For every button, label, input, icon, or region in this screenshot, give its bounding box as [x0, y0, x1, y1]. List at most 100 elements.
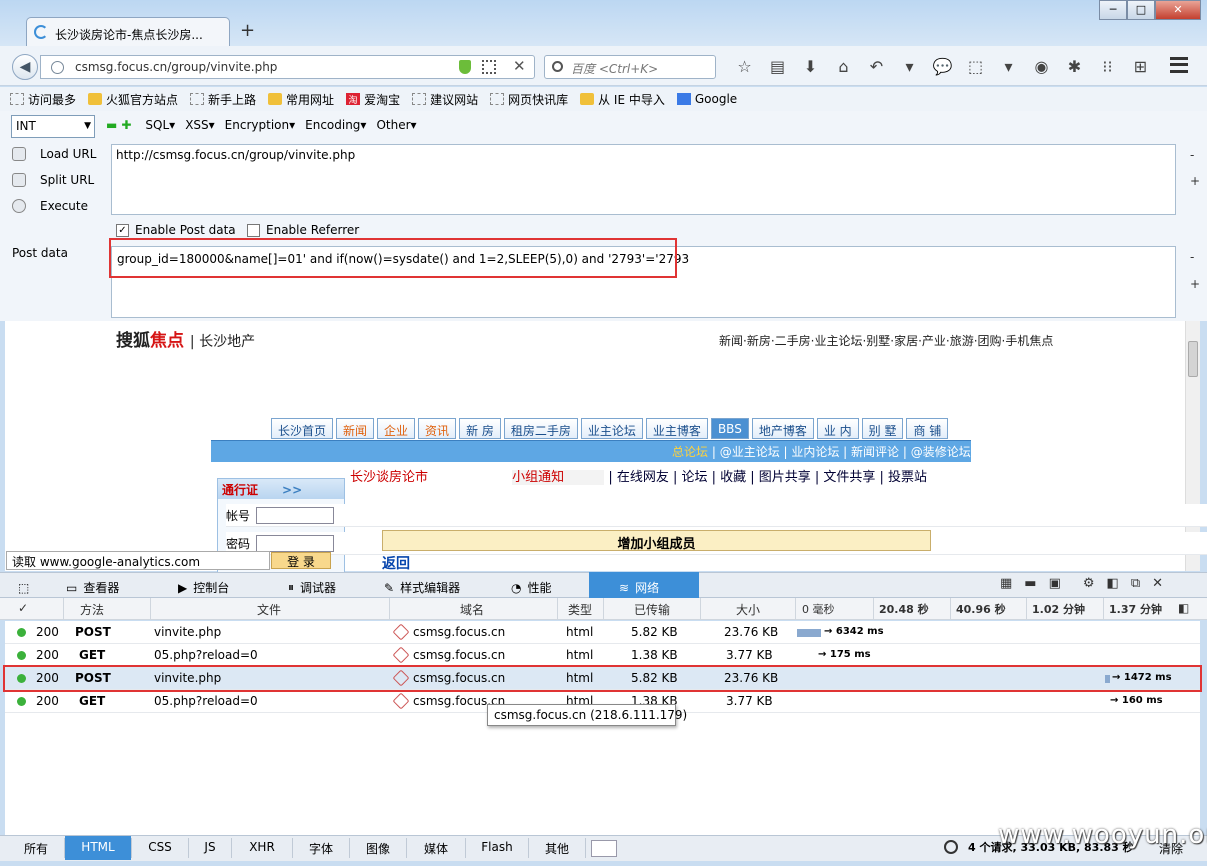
filter-images[interactable]: 图像 [350, 836, 406, 860]
shield-icon[interactable] [459, 60, 471, 74]
nav-item[interactable]: 企业 [377, 418, 416, 439]
tab-active[interactable]: 长沙谈房论市-焦点长沙房... [26, 17, 230, 46]
layout-icon[interactable]: ▦ [1000, 576, 1012, 591]
sub-nav-links[interactable]: 总论坛 | @业主论坛 | 业内论坛 | 新闻评论 | @装修论坛 [672, 443, 971, 460]
bookmark-item[interactable]: 常用网址 [268, 91, 334, 108]
bookmark-item[interactable]: 淘爱淘宝 [346, 91, 400, 108]
reading-list-icon[interactable]: ▤ [761, 56, 794, 78]
filter-html[interactable]: HTML [65, 836, 131, 860]
collapse-icon[interactable]: ◧ [1178, 601, 1189, 615]
site-logo[interactable]: 搜狐焦点 | 长沙地产 [116, 326, 255, 351]
shrink-button[interactable]: - [1190, 148, 1194, 162]
dock-icon[interactable]: ▬ [1024, 576, 1036, 591]
nav-item-active[interactable]: BBS [710, 418, 749, 439]
col-method[interactable]: 方法 [80, 601, 104, 618]
login-button[interactable]: 登 录 [271, 552, 331, 569]
nav-item[interactable]: 业主博客 [645, 418, 708, 439]
stop-icon[interactable]: ✕ [513, 57, 526, 75]
nav-item[interactable]: 别 墅 [861, 418, 904, 439]
execute-button[interactable]: Execute [12, 199, 88, 213]
dropdown-icon[interactable]: ▾ [992, 56, 1025, 78]
tab-console[interactable]: ▶ 控制台 [172, 572, 260, 598]
tab-performance[interactable]: ◔ 性能 [505, 572, 585, 598]
type-select[interactable]: INT ▼ [11, 115, 95, 138]
bookmark-item[interactable]: 新手上路 [190, 91, 256, 108]
return-link[interactable]: 返回 [382, 553, 410, 573]
menu-sql[interactable]: SQL▾ [145, 118, 175, 132]
close-devtools-icon[interactable]: ✕ [1152, 576, 1163, 591]
close-button[interactable]: ✕ [1155, 0, 1201, 20]
nav-item[interactable]: 业主论坛 [580, 418, 643, 439]
enable-post-checkbox[interactable]: ✓ Enable Post data [116, 223, 236, 237]
bookmark-item[interactable]: 访问最多 [10, 91, 76, 108]
bookmark-item[interactable]: Google [676, 92, 737, 106]
bookmark-item[interactable]: 建议网站 [412, 91, 478, 108]
expand-button[interactable]: + [1190, 174, 1200, 188]
col-type[interactable]: 类型 [568, 601, 592, 618]
load-url-button[interactable]: Load URL [12, 147, 96, 161]
password-input[interactable] [256, 534, 334, 552]
download-icon[interactable]: ⬇ [794, 56, 827, 78]
filter-css[interactable]: CSS [132, 836, 188, 860]
url-bar[interactable]: csmsg.focus.cn/group/vinvite.php ✕ [40, 55, 535, 79]
url-textarea[interactable]: http://csmsg.focus.cn/group/vinvite.php [111, 144, 1176, 215]
filter-media[interactable]: 媒体 [407, 836, 465, 860]
nav-item[interactable]: 新闻 [336, 418, 375, 439]
responsive-icon[interactable]: ▣ [1049, 576, 1061, 591]
addon-icon[interactable]: ◉ [1025, 56, 1058, 78]
bug-icon[interactable]: ✱ [1058, 56, 1091, 78]
back-button[interactable]: ◀ [12, 54, 38, 80]
tab-style-editor[interactable]: ✎ 样式编辑器 [378, 572, 498, 598]
filter-js[interactable]: JS [189, 836, 231, 860]
tab-network[interactable]: ≋ 网络 [589, 572, 699, 598]
nav-item[interactable]: 长沙首页 [271, 418, 334, 439]
filter-xhr[interactable]: XHR [232, 836, 292, 860]
menu-encoding[interactable]: Encoding▾ [305, 118, 366, 132]
filter-all[interactable]: 所有 [8, 836, 64, 860]
minimize-button[interactable]: ─ [1099, 0, 1127, 20]
menu-xss[interactable]: XSS▾ [185, 118, 214, 132]
plus-minus-icon[interactable]: ▬✚ [106, 118, 135, 132]
menu-other[interactable]: Other▾ [376, 118, 416, 132]
table-row[interactable]: 200 POST vinvite.php csmsg.focus.cn html… [5, 621, 1200, 644]
shrink-button[interactable]: - [1190, 250, 1194, 264]
col-status[interactable]: ✓ [18, 601, 28, 615]
nav-item[interactable]: 新 房 [459, 418, 501, 439]
filter-flash[interactable]: Flash [466, 836, 528, 860]
col-file[interactable]: 文件 [257, 601, 281, 618]
dropdown-icon[interactable]: ▾ [893, 56, 926, 78]
bookmark-star-icon[interactable]: ☆ [728, 56, 761, 78]
undock-icon[interactable]: ⧉ [1131, 576, 1140, 591]
split-console-icon[interactable]: ◧ [1107, 576, 1119, 591]
username-input[interactable] [256, 506, 334, 524]
split-url-button[interactable]: Split URL [12, 173, 94, 187]
forum-link[interactable]: 长沙谈房论市 [350, 470, 428, 485]
bookmark-item[interactable]: 网页快讯库 [490, 91, 568, 108]
col-transferred[interactable]: 已传输 [634, 601, 670, 618]
nav-item[interactable]: 资讯 [418, 418, 457, 439]
top-links[interactable]: 新闻·新房·二手房·业主论坛·别墅·家居·产业·旅游·团购·手机焦点 [719, 332, 1053, 349]
col-waterfall-0[interactable]: 0 毫秒 [802, 601, 835, 617]
nav-item[interactable]: 地产博客 [751, 418, 814, 439]
qrcode-icon[interactable] [482, 60, 496, 74]
undo-icon[interactable]: ↶ [860, 56, 893, 78]
screenshot-icon[interactable]: ⬚ [959, 56, 992, 78]
col-domain[interactable]: 域名 [460, 601, 484, 618]
gear-icon[interactable]: ⚙ [1083, 576, 1095, 591]
nav-item[interactable]: 商 铺 [906, 418, 949, 439]
search-input[interactable]: 百度 <Ctrl+K> [544, 55, 716, 79]
tab-debugger[interactable]: ⏸ 调试器 [282, 572, 372, 598]
footprint-icon[interactable]: ⁝⁝ [1091, 56, 1124, 78]
enable-referrer-checkbox[interactable]: Enable Referrer [247, 223, 359, 237]
filter-fonts[interactable]: 字体 [293, 836, 349, 860]
inspect-icon[interactable]: ⬚ [12, 572, 52, 598]
nav-item[interactable]: 业 内 [816, 418, 859, 439]
tab-inspector[interactable]: ▭ 查看器 [60, 572, 170, 598]
chat-icon[interactable]: 💬 [926, 56, 959, 78]
bookmark-item[interactable]: 火狐官方站点 [88, 91, 178, 108]
forum-links[interactable]: | 在线网友 | 论坛 | 收藏 | 图片共享 | 文件共享 | 投票站 [608, 470, 927, 485]
filter-other[interactable]: 其他 [529, 836, 585, 860]
sitemap-icon[interactable]: ⊞ [1124, 56, 1157, 78]
filter-input[interactable] [591, 840, 617, 857]
menu-encryption[interactable]: Encryption▾ [225, 118, 295, 132]
